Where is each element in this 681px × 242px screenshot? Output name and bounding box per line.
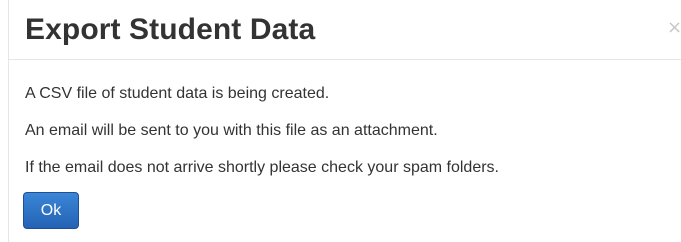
ok-button[interactable]: Ok xyxy=(23,192,79,229)
close-icon[interactable]: × xyxy=(667,18,681,38)
export-dialog: Export Student Data × A CSV file of stud… xyxy=(8,0,681,242)
dialog-header: Export Student Data × xyxy=(9,0,681,60)
message-csv-created: A CSV file of student data is being crea… xyxy=(25,85,330,102)
dialog-title: Export Student Data xyxy=(25,13,316,46)
message-check-spam: If the email does not arrive shortly ple… xyxy=(25,159,499,176)
message-email-sent: An email will be sent to you with this f… xyxy=(25,122,438,139)
